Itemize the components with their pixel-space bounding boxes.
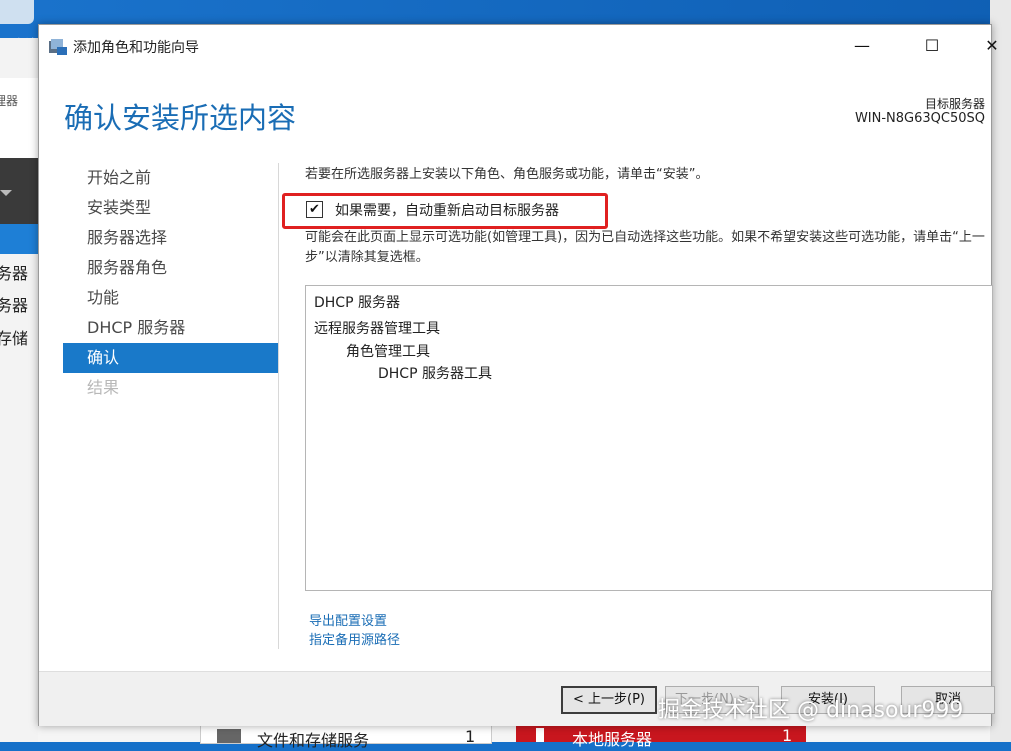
nav-step-features[interactable]: 功能 bbox=[63, 283, 278, 313]
previous-button[interactable]: < 上一步(P) bbox=[561, 686, 657, 714]
nav-step-label: 服务器选择 bbox=[87, 228, 168, 247]
local-server-tile[interactable]: 本地服务器 1 bbox=[516, 724, 806, 749]
nav-step-results: 结果 bbox=[63, 373, 278, 403]
page-title: 确认安装所选内容 bbox=[64, 101, 297, 135]
bg-header-strip bbox=[0, 78, 38, 158]
feature-item: DHCP 服务器 bbox=[314, 295, 400, 311]
nav-step-server-selection[interactable]: 服务器选择 bbox=[63, 223, 278, 253]
optional-features-note: 可能会在此页面上显示可选功能(如管理工具)，因为已自动选择这些功能。如果不希望安… bbox=[305, 230, 985, 265]
tile-count: 1 bbox=[465, 727, 476, 746]
bg-left-nav-item[interactable]: 务器 bbox=[0, 292, 28, 316]
nav-step-label: 功能 bbox=[87, 288, 120, 307]
window-title: 添加角色和功能向导 bbox=[73, 40, 199, 56]
bg-left-nav-item[interactable]: 务器 bbox=[0, 260, 28, 284]
feature-item: 远程服务器管理工具 bbox=[314, 321, 440, 337]
target-server-name: WIN-N8G63QC50SQ bbox=[854, 111, 985, 126]
target-server-label: 目标服务器 bbox=[924, 97, 985, 111]
file-storage-tile[interactable]: 文件和存储服务 1 bbox=[200, 724, 492, 750]
bg-selected-item bbox=[0, 224, 38, 254]
nav-step-label: 开始之前 bbox=[87, 168, 152, 187]
server-manager-background bbox=[0, 38, 38, 742]
nav-step-label: 结果 bbox=[87, 378, 120, 397]
nav-step-label: 服务器角色 bbox=[87, 258, 168, 277]
export-config-link[interactable]: 导出配置设置 bbox=[309, 610, 387, 629]
server-manager-icon bbox=[49, 39, 67, 55]
restart-checkbox-label[interactable]: 如果需要，自动重新启动目标服务器 bbox=[335, 200, 559, 220]
chevron-down-icon bbox=[0, 190, 12, 196]
bg-left-text: 理器 bbox=[0, 94, 19, 108]
tile-label: 本地服务器 bbox=[572, 730, 653, 749]
recycle-bin-icon[interactable] bbox=[0, 0, 34, 24]
server-manager-tiles: 文件和存储服务 1 本地服务器 1 bbox=[38, 724, 990, 750]
restart-checkbox[interactable]: ✔ bbox=[306, 201, 323, 218]
alternate-source-link[interactable]: 指定备用源路径 bbox=[309, 629, 400, 648]
feature-item: DHCP 服务器工具 bbox=[378, 366, 492, 382]
nav-divider bbox=[278, 163, 279, 649]
nav-step-installation-type[interactable]: 安装类型 bbox=[63, 193, 278, 223]
instruction-text: 若要在所选服务器上安装以下角色、角色服务或功能，请单击“安装”。 bbox=[305, 167, 709, 182]
maximize-button[interactable]: ☐ bbox=[917, 33, 947, 59]
nav-step-before-you-begin[interactable]: 开始之前 bbox=[63, 163, 278, 193]
watermark-text: 掘金技术社区 @ dinasour999 bbox=[658, 698, 964, 723]
selected-features-list[interactable]: DHCP 服务器 远程服务器管理工具 角色管理工具 DHCP 服务器工具 bbox=[305, 285, 993, 591]
title-bar[interactable]: 添加角色和功能向导 — ☐ ✕ bbox=[39, 25, 999, 67]
bg-right-edge bbox=[990, 0, 1011, 742]
tile-label: 文件和存储服务 bbox=[257, 731, 370, 750]
bg-left-nav-item[interactable]: 存储 bbox=[0, 325, 28, 349]
nav-step-label: DHCP 服务器 bbox=[87, 318, 186, 337]
nav-step-label: 安装类型 bbox=[87, 198, 152, 217]
nav-step-server-roles[interactable]: 服务器角色 bbox=[63, 253, 278, 283]
nav-step-dhcp-server[interactable]: DHCP 服务器 bbox=[63, 313, 278, 343]
folder-icon bbox=[217, 729, 241, 743]
minimize-button[interactable]: — bbox=[847, 33, 877, 59]
feature-item: 角色管理工具 bbox=[346, 344, 430, 360]
tile-count: 1 bbox=[782, 726, 793, 745]
close-button[interactable]: ✕ bbox=[977, 33, 1007, 59]
server-icon bbox=[536, 728, 544, 742]
nav-step-label: 确认 bbox=[87, 348, 120, 367]
nav-step-confirmation[interactable]: 确认 bbox=[63, 343, 278, 373]
add-roles-wizard-window: 添加角色和功能向导 — ☐ ✕ 确认安装所选内容 目标服务器 WIN-N8G63… bbox=[38, 24, 999, 726]
